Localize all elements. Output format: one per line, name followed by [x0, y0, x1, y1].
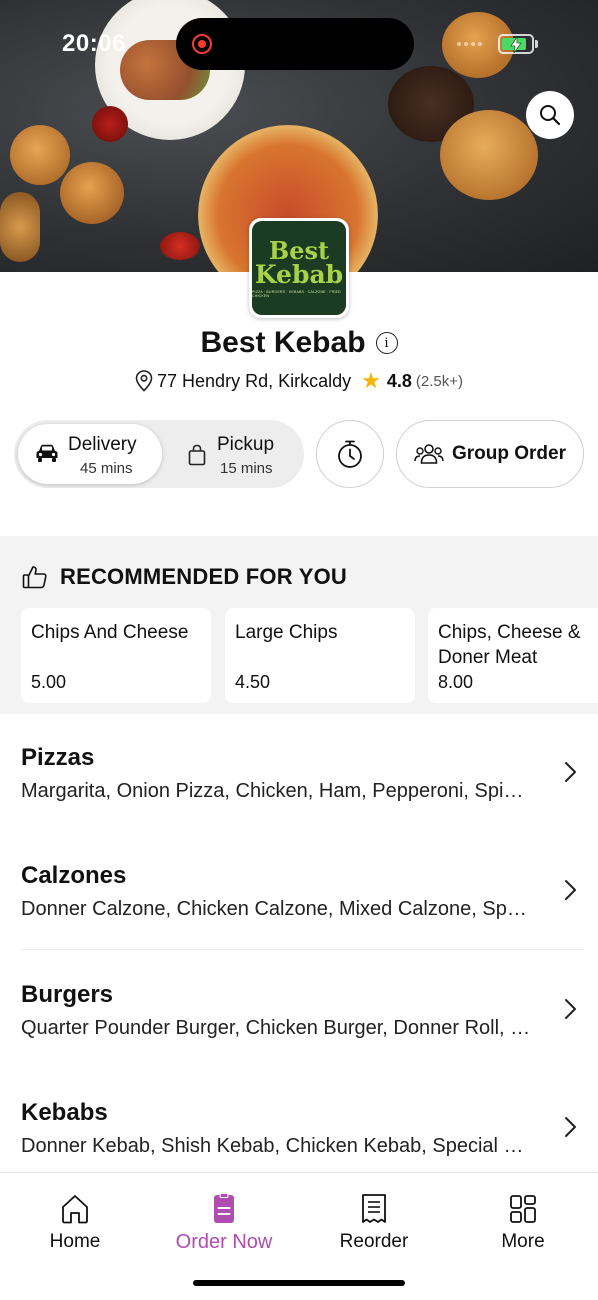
logo-text-line2: Kebab — [254, 259, 344, 289]
recommended-card[interactable]: Chips, Cheese & Doner Meat 8.00 — [428, 608, 598, 703]
battery-nub — [535, 40, 538, 48]
category-items: Donner Calzone, Chicken Calzone, Mixed C… — [21, 898, 531, 920]
category-items: Donner Kebab, Shish Kebab, Chicken Kebab… — [21, 1135, 531, 1157]
category-row-burgers[interactable]: Burgers Quarter Pounder Burger, Chicken … — [0, 951, 598, 1069]
rating-value: 4.8 — [386, 370, 412, 391]
chevron-right-icon — [565, 999, 576, 1019]
restaurant-address[interactable]: 77 Hendry Rd, Kirkcaldy — [157, 371, 351, 392]
info-icon[interactable]: i — [375, 332, 398, 354]
home-icon — [62, 1195, 88, 1224]
delivery-option[interactable]: Delivery 45 mins — [18, 424, 162, 484]
battery-icon — [498, 34, 534, 54]
pickup-option[interactable]: Pickup 15 mins — [164, 424, 300, 484]
restaurant-meta: 77 Hendry Rd, Kirkcaldy ★ 4.8 (2.5k+) — [0, 370, 598, 392]
logo-tagline: PIZZA · BURGERS · KEBABS · CALZONE · FRI… — [252, 289, 341, 298]
chevron-right-icon — [565, 880, 576, 900]
tab-reorder[interactable]: Reorder — [319, 1193, 429, 1253]
recommended-section: RECOMMENDED FOR YOU Chips And Cheese 5.0… — [0, 536, 598, 714]
restaurant-name: Best Kebab — [200, 326, 366, 359]
tab-label: Home — [49, 1231, 101, 1252]
category-name: Kebabs — [21, 1099, 108, 1126]
category-row-calzones[interactable]: Calzones Donner Calzone, Chicken Calzone… — [0, 832, 598, 950]
category-name: Pizzas — [21, 744, 95, 771]
grid-icon — [510, 1195, 536, 1223]
restaurant-logo: Best Kebab PIZZA · BURGERS · KEBABS · CA… — [249, 218, 349, 318]
food-burger-left — [10, 125, 70, 185]
order-icon — [214, 1193, 234, 1223]
tab-label: More — [501, 1231, 545, 1252]
chevron-right-icon — [565, 1117, 576, 1137]
food-bread — [0, 192, 40, 262]
pickup-label: Pickup — [217, 434, 275, 455]
recommended-title: RECOMMENDED FOR YOU — [60, 564, 347, 589]
recommended-item-price: 4.50 — [235, 672, 271, 692]
recommended-item-price: 5.00 — [31, 672, 67, 692]
search-button[interactable] — [526, 91, 574, 139]
delivery-time: 45 mins — [80, 460, 133, 477]
receipt-icon — [362, 1194, 386, 1223]
category-items: Margarita, Onion Pizza, Chicken, Ham, Pe… — [21, 780, 531, 802]
order-mode-toggle: Delivery 45 mins Pickup 15 mins — [14, 420, 304, 488]
food-burger-right — [440, 110, 538, 200]
tab-order-now[interactable]: Order Now — [169, 1193, 279, 1254]
food-tomatoes — [160, 232, 200, 260]
group-order-label: Group Order — [451, 443, 566, 464]
tab-label: Reorder — [339, 1231, 409, 1252]
divider — [21, 949, 584, 950]
status-time: 20:06 — [62, 30, 126, 57]
tab-home[interactable]: Home — [20, 1193, 130, 1253]
recommended-card[interactable]: Large Chips 4.50 — [225, 608, 415, 703]
pickup-time: 15 mins — [220, 460, 273, 477]
car-icon — [36, 444, 58, 462]
group-people-icon — [414, 444, 444, 464]
category-items: Quarter Pounder Burger, Chicken Burger, … — [21, 1017, 531, 1039]
signal-icon — [457, 42, 482, 46]
recommended-item-name: Large Chips — [235, 622, 338, 643]
recommended-card[interactable]: Chips And Cheese 5.00 — [21, 608, 211, 703]
shopping-bag-icon — [188, 444, 206, 466]
food-burger-left2 — [60, 162, 124, 224]
location-pin-icon — [135, 370, 153, 392]
home-indicator[interactable] — [193, 1280, 405, 1286]
star-icon: ★ — [361, 368, 381, 393]
food-sauce — [92, 106, 128, 142]
schedule-button[interactable] — [316, 420, 384, 488]
tab-more[interactable]: More — [468, 1193, 578, 1253]
thumbs-up-icon — [22, 566, 47, 589]
category-row-kebabs[interactable]: Kebabs Donner Kebab, Shish Kebab, Chicke… — [0, 1069, 598, 1187]
group-order-button[interactable]: Group Order — [396, 420, 584, 488]
restaurant-title-row: Best Kebab i — [0, 326, 598, 360]
tab-label: Order Now — [175, 1231, 273, 1253]
recommended-header: RECOMMENDED FOR YOU — [22, 564, 347, 590]
chevron-right-icon — [565, 762, 576, 782]
logo-text-line1: Best — [268, 235, 330, 265]
recommended-item-name: Chips, Cheese & Doner Meat — [438, 622, 581, 668]
category-row-pizzas[interactable]: Pizzas Margarita, Onion Pizza, Chicken, … — [0, 714, 598, 832]
category-name: Calzones — [21, 862, 127, 889]
dynamic-island — [176, 18, 414, 70]
recommended-item-name: Chips And Cheese — [31, 622, 189, 643]
rating-count: (2.5k+) — [415, 372, 463, 390]
search-icon — [540, 105, 561, 126]
stopwatch-icon — [338, 440, 362, 468]
recording-indicator-icon — [192, 34, 212, 54]
category-name: Burgers — [21, 981, 114, 1008]
recommended-item-price: 8.00 — [438, 672, 474, 692]
delivery-label: Delivery — [68, 434, 137, 455]
